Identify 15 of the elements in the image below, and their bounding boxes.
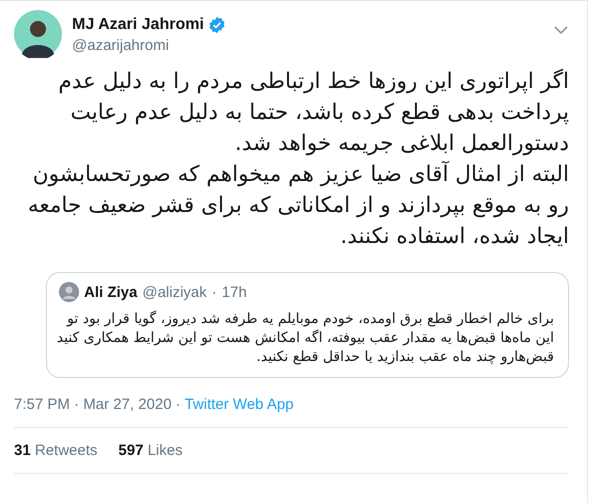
separator: · [176,396,181,413]
avatar [59,282,79,302]
stat-link[interactable]: 31 Retweets [14,442,98,459]
post-time: 17h [222,284,247,300]
author-handle: @aliziyak [142,284,207,300]
separator: · [212,284,217,300]
author-handle[interactable]: @azarijahromi [72,37,543,54]
quoted-text: برای خالم اخطار قطع برق اومده، خودم موبایلم یه طرفه شد دیروز، گویا قرار بود تو این ماه‌ها قبض‌ها یه مقدار عقب بیوفته، اگه امکانش هست تو این شرایط همکاری کنید قبض‌هارو چند ماه عقب بندازید یا حداقل قطع نکنید. [56,310,555,367]
author-name[interactable]: MJ Azari Jahromi [72,16,204,34]
quoted-tweet[interactable] [46,272,569,378]
tweet-time: 7:57 PM · Mar 27, 2020 [14,396,172,413]
tweet-text: اگر اپراتوری این روزها خط ارتباطی مردم را به دلیل عدم پرداخت بدهی قطع کرده باشد، حتما به دلیل عدم رعایت دستورالعمل ابلاغی جریمه خواهد شد. البته از امثال آقای ضیا عزیز هم میخواهم که صورتحسابشون رو به موقع بپردازند و از امکاناتی که برای قشر ضعیف جامعه ایجاد شده، استفاده نکنند. [26,68,570,251]
author-name: Ali Ziya [84,284,138,300]
avatar[interactable] [14,10,62,58]
stat-link[interactable]: 597 Likes [118,442,183,459]
